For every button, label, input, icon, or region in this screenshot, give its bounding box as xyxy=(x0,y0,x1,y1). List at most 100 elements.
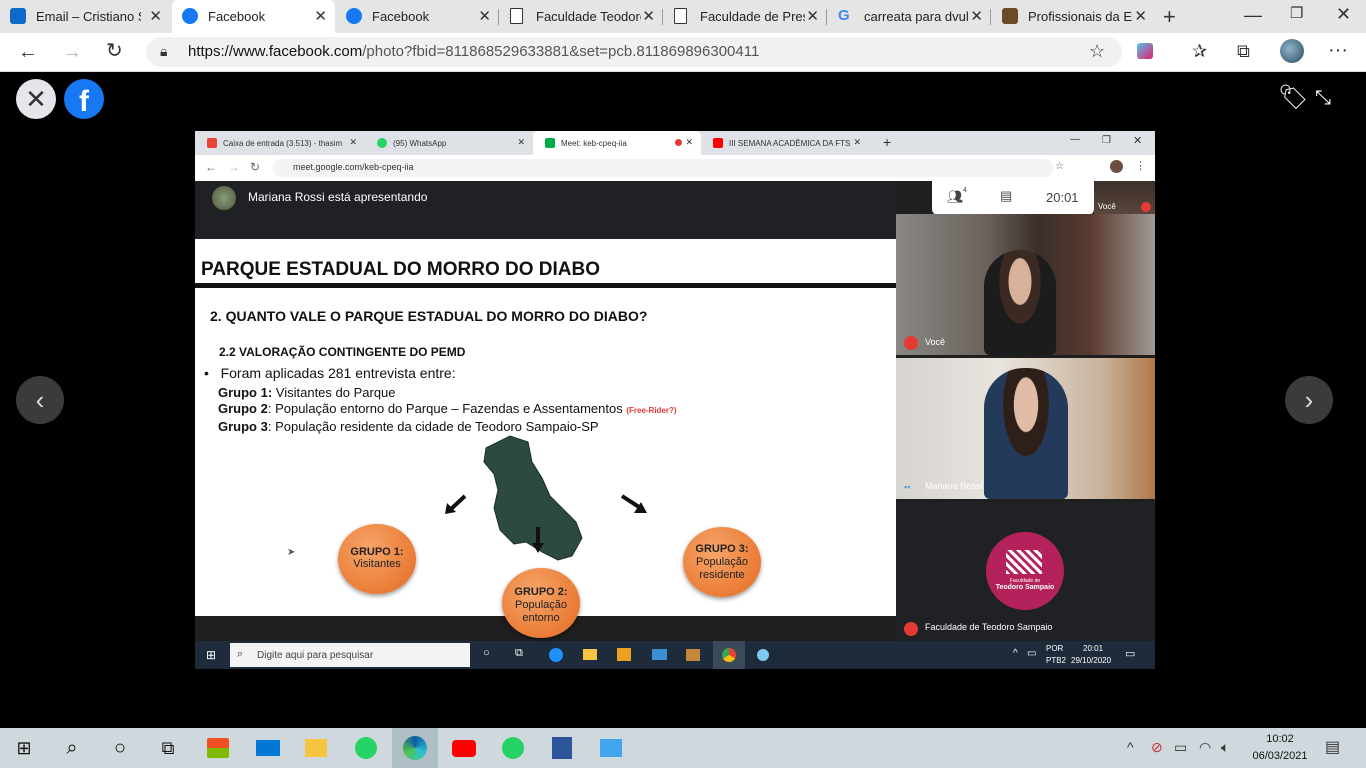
antivirus-icon[interactable]: ⊘ xyxy=(1151,740,1163,754)
tab-profissionais[interactable]: Profissionais da En ✕ xyxy=(992,0,1155,33)
logo-mark xyxy=(1006,550,1042,574)
browser-tab-bar: Email – Cristiano S ✕ Facebook ✕ Faceboo… xyxy=(0,0,1366,33)
close-window-icon: ✕ xyxy=(1133,135,1143,147)
favorites-icon[interactable]: ✰ xyxy=(1192,42,1207,60)
inner-tab-bar: Caixa de entrada (3.513) - thasim ✕ (95)… xyxy=(195,131,1155,155)
battery-icon[interactable]: ▭ xyxy=(1174,740,1187,754)
profile-avatar[interactable] xyxy=(1280,39,1304,63)
cortana-icon[interactable]: ○ xyxy=(107,736,133,760)
back-icon[interactable]: ← xyxy=(18,42,38,62)
photo-content: Caixa de entrada (3.513) - thasim ✕ (95)… xyxy=(195,131,1155,669)
wifi-icon[interactable]: ◠ xyxy=(1199,740,1211,754)
page-icon xyxy=(510,8,523,24)
cortana-icon: ○ xyxy=(483,647,490,659)
tab-facebook[interactable]: Facebook ✕ xyxy=(336,0,499,33)
tab-facebook-active[interactable]: Facebook ✕ xyxy=(172,0,335,33)
photos-icon[interactable] xyxy=(598,736,624,760)
people-icon: 👥︎ xyxy=(947,189,964,204)
collections-icon[interactable]: ⧉ xyxy=(1237,42,1250,60)
group-1-circle: GRUPO 1: Visitantes xyxy=(338,524,416,594)
whatsapp-icon[interactable] xyxy=(353,736,379,760)
search-icon[interactable]: ⌕ xyxy=(59,736,85,760)
close-tab-icon[interactable]: ✕ xyxy=(1134,7,1147,25)
chat-icon: ▤ xyxy=(1000,188,1013,203)
forward-icon: → xyxy=(228,160,240,174)
lock-icon[interactable]: 🔒︎ xyxy=(160,44,167,58)
file-explorer-icon[interactable] xyxy=(303,736,329,760)
extension-icon[interactable] xyxy=(1137,43,1153,59)
close-tab-icon[interactable]: ✕ xyxy=(314,7,327,25)
chevron-right-icon: › xyxy=(1304,384,1314,415)
volume-icon[interactable]: 🔈︎ xyxy=(1221,740,1229,754)
tab-email[interactable]: Email – Cristiano S ✕ xyxy=(0,0,170,33)
tray-chevron-icon[interactable]: ^ xyxy=(1127,740,1134,754)
previous-photo-button[interactable]: ‹ xyxy=(16,376,64,424)
restore-icon[interactable]: ❐ xyxy=(1290,6,1303,21)
mic-off-icon xyxy=(1141,202,1151,212)
fullscreen-icon[interactable]: ⤡ xyxy=(1315,88,1331,108)
close-tab-icon[interactable]: ✕ xyxy=(806,7,819,25)
task-view-icon[interactable]: ⧉ xyxy=(155,736,181,760)
facebook-icon xyxy=(346,8,362,24)
edge-icon xyxy=(549,648,563,662)
next-photo-button[interactable]: › xyxy=(1285,376,1333,424)
store-icon[interactable] xyxy=(205,736,231,760)
refresh-icon: ↻ xyxy=(250,160,261,174)
search-icon: ⌕ xyxy=(237,648,244,660)
mail-icon[interactable] xyxy=(255,736,281,760)
google-icon: G xyxy=(838,7,850,24)
mic-off-icon xyxy=(904,622,918,636)
close-tab-icon[interactable]: ✕ xyxy=(642,7,655,25)
refresh-icon[interactable]: ↻ xyxy=(106,41,123,61)
arrow-to-group-3 xyxy=(620,494,647,513)
chrome-icon xyxy=(722,648,736,662)
tab-faculdade-teodoro[interactable]: Faculdade Teodoro ✕ xyxy=(500,0,663,33)
presentation-slide: PARQUE ESTADUAL DO MORRO DO DIABO 2. QUA… xyxy=(195,239,896,638)
facebook-logo[interactable]: f xyxy=(64,79,104,119)
tab-faculdade-pres[interactable]: Faculdade de Pres ✕ xyxy=(664,0,827,33)
new-tab-icon[interactable]: + xyxy=(1163,6,1176,28)
meet-info-panel: 👥︎ 4 ▤ 20:01 xyxy=(932,181,1094,215)
group-1-line: Grupo 1: Visitantes do Parque xyxy=(218,385,396,400)
add-favorite-icon[interactable]: ☆ xyxy=(1089,42,1105,60)
forward-icon[interactable]: → xyxy=(62,42,82,62)
slide-title: PARQUE ESTADUAL DO MORRO DO DIABO xyxy=(201,259,601,280)
edge-icon[interactable] xyxy=(402,736,428,760)
meet-icon xyxy=(545,138,555,148)
group-2-line: Grupo 2: População entorno do Parque – F… xyxy=(218,401,677,416)
windows-start-icon[interactable]: ⊞ xyxy=(11,736,37,760)
media-icon xyxy=(686,649,700,661)
back-icon: ← xyxy=(205,160,217,174)
inner-tab-youtube: III SEMANA ACADÊMICA DA FTS ✕ xyxy=(701,131,869,155)
faculdade-logo: Faculdade de Teodoro Sampaio xyxy=(986,532,1064,610)
notification-center-icon[interactable]: ▤ xyxy=(1325,740,1340,756)
tag-icon[interactable]: 🏷︎ xyxy=(1278,86,1308,110)
youtube-icon[interactable] xyxy=(451,736,477,760)
facebook-icon xyxy=(182,8,198,24)
url-text[interactable]: https://www.facebook.com/photo?fbid=8118… xyxy=(188,43,759,60)
arrow-to-group-2 xyxy=(532,527,544,553)
arrow-to-group-1 xyxy=(445,494,467,514)
close-tab-icon[interactable]: ✕ xyxy=(970,7,983,25)
whatsapp-icon[interactable] xyxy=(500,736,526,760)
facebook-icon: f xyxy=(79,85,89,118)
cursor-icon: ➤ xyxy=(287,547,296,558)
minimize-icon[interactable]: — xyxy=(1244,6,1262,24)
close-viewer-button[interactable]: ✕ xyxy=(16,79,56,119)
group-list: Grupo 1: Visitantes do Parque Grupo 2: P… xyxy=(218,385,677,435)
close-window-icon[interactable]: ✕ xyxy=(1336,5,1351,23)
more-menu-icon[interactable]: ··· xyxy=(1328,40,1348,60)
tab-carreata[interactable]: G carreata para dvulg ✕ xyxy=(828,0,991,33)
group-3-circle: GRUPO 3: População residente xyxy=(683,527,761,597)
close-tab-icon[interactable]: ✕ xyxy=(478,7,491,25)
presenter-banner: Mariana Rossi está apresentando xyxy=(195,181,896,239)
inner-tab-whatsapp: (95) WhatsApp ✕ xyxy=(365,131,533,155)
speaking-icon: ▪▪ xyxy=(904,482,911,492)
site-icon xyxy=(1002,8,1018,24)
word-icon[interactable] xyxy=(549,736,575,760)
inner-search-box: ⌕ Digite aqui para pesquisar xyxy=(230,643,470,667)
close-tab-icon[interactable]: ✕ xyxy=(149,7,162,25)
profile-avatar xyxy=(1110,160,1123,173)
group-3-line: Grupo 3: População residente da cidade d… xyxy=(218,419,599,434)
notification-icon: ▭ xyxy=(1125,648,1136,660)
